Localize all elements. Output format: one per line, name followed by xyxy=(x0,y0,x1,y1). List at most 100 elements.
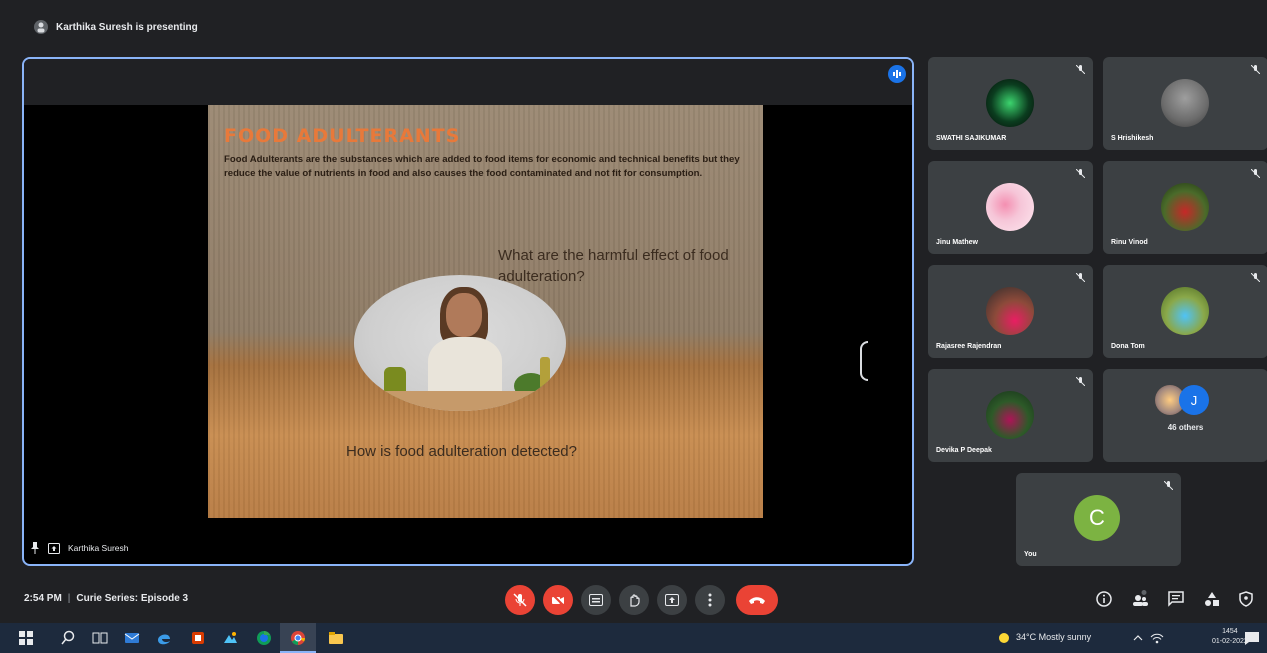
pin-icon[interactable] xyxy=(30,542,40,554)
avatar xyxy=(1161,79,1209,127)
office-app-icon[interactable] xyxy=(190,630,206,646)
meeting-info: 2:54 PM | Curie Series: Episode 3 xyxy=(24,593,188,604)
windows-taskbar: 34°C Mostly sunny 1454 01-02-2022 xyxy=(0,623,1267,653)
avatar xyxy=(986,287,1034,335)
activities-button[interactable] xyxy=(1202,589,1222,609)
participant-name: SWATHI SAJIKUMAR xyxy=(936,135,1007,142)
mic-muted-icon xyxy=(1251,273,1260,282)
mail-app-icon[interactable] xyxy=(124,630,140,646)
others-count: 46 others xyxy=(1167,423,1204,432)
chat-icon xyxy=(1168,591,1184,607)
mic-off-icon xyxy=(513,593,527,607)
participant-tile[interactable]: Devika P Deepak xyxy=(928,369,1093,462)
photo-person-face xyxy=(446,293,482,337)
stage-top-strip xyxy=(24,59,912,105)
participant-name: Jinu Mathew xyxy=(936,239,979,246)
other-participant-initial: J xyxy=(1190,392,1198,408)
photo-person-body xyxy=(428,337,502,397)
people-icon xyxy=(1133,590,1148,606)
task-view-icon[interactable] xyxy=(92,630,108,646)
raise-hand-button[interactable] xyxy=(619,585,649,615)
participant-name: Devika P Deepak xyxy=(936,447,992,454)
clock-date: 01-02-2022 xyxy=(1212,638,1248,645)
file-explorer-icon[interactable] xyxy=(328,630,344,646)
separator: | xyxy=(67,593,71,604)
avatar xyxy=(1161,183,1209,231)
participant-tile[interactable]: S Hrishikesh xyxy=(1103,57,1267,150)
participant-tile[interactable]: SWATHI SAJIKUMAR xyxy=(928,57,1093,150)
photo-table xyxy=(354,391,566,411)
search-icon[interactable] xyxy=(60,630,76,646)
presenter-avatar-icon xyxy=(34,20,48,34)
avatar xyxy=(986,183,1034,231)
mic-muted-icon xyxy=(1251,169,1260,178)
slide-body: Food Adulterants are the substances whic… xyxy=(224,154,740,179)
mic-muted-icon xyxy=(1076,65,1085,74)
slide-photo xyxy=(354,275,566,411)
notification-center-icon[interactable] xyxy=(1244,630,1260,646)
chat-button[interactable] xyxy=(1166,589,1186,609)
microphone-toggle-button[interactable] xyxy=(505,585,535,615)
present-screen-icon[interactable] xyxy=(48,542,60,554)
cursor-bracket-icon xyxy=(860,341,868,381)
weather-sun-icon[interactable] xyxy=(996,630,1012,646)
photo-bottle xyxy=(540,357,550,389)
participant-name: Rinu Vinod xyxy=(1111,239,1148,246)
edge-legacy-icon[interactable] xyxy=(156,630,172,646)
self-tile[interactable]: C You xyxy=(1016,473,1181,566)
present-now-button[interactable] xyxy=(657,585,687,615)
participant-tile[interactable]: Rinu Vinod xyxy=(1103,161,1267,254)
shared-slide: FOOD ADULTERANTS Food Adulterants are th… xyxy=(208,105,763,518)
participant-name: S Hrishikesh xyxy=(1111,135,1154,142)
taskbar-clock[interactable]: 1454 01-02-2022 xyxy=(1212,627,1248,647)
others-tile[interactable]: J 46 others xyxy=(1103,369,1267,462)
self-name: You xyxy=(1024,551,1037,558)
presenting-text: Karthika Suresh is presenting xyxy=(56,21,198,33)
participant-name: Dona Tom xyxy=(1111,343,1145,350)
participant-tile[interactable]: Rajasree Rajendran xyxy=(928,265,1093,358)
mic-muted-icon xyxy=(1251,65,1260,74)
mic-muted-icon xyxy=(1164,481,1173,490)
slide-question-harmful-effects: What are the harmful effect of food adul… xyxy=(498,247,729,285)
captions-button[interactable] xyxy=(581,585,611,615)
participant-name: Rajasree Rajendran xyxy=(936,343,1002,350)
presentation-stage[interactable]: FOOD ADULTERANTS Food Adulterants are th… xyxy=(22,57,914,566)
captions-icon xyxy=(589,594,603,606)
leave-call-button[interactable] xyxy=(736,585,778,615)
more-options-button[interactable] xyxy=(695,585,725,615)
avatar xyxy=(986,391,1034,439)
participant-tile[interactable]: Dona Tom xyxy=(1103,265,1267,358)
clock-time: 1454 xyxy=(1222,628,1238,635)
self-initial: C xyxy=(1089,505,1105,530)
photos-app-icon[interactable] xyxy=(222,630,238,646)
hang-up-icon xyxy=(749,597,765,604)
shield-icon xyxy=(1239,591,1253,607)
edge-browser-icon[interactable] xyxy=(256,630,272,646)
participant-tile[interactable]: Jinu Mathew xyxy=(928,161,1093,254)
weather-text[interactable]: 34°C Mostly sunny xyxy=(1016,632,1091,642)
present-icon xyxy=(665,594,679,606)
other-participant-avatar: J xyxy=(1179,385,1209,415)
top-bar: Karthika Suresh is presenting xyxy=(0,0,1267,46)
slide-question-detection: How is food adulteration detected? xyxy=(346,443,577,460)
meeting-details-button[interactable] xyxy=(1094,589,1114,609)
more-vert-icon xyxy=(708,593,712,607)
presenting-chip[interactable]: Karthika Suresh is presenting xyxy=(34,20,198,34)
meeting-time: 2:54 PM xyxy=(24,593,62,604)
meeting-title[interactable]: Curie Series: Episode 3 xyxy=(76,593,188,604)
activities-icon xyxy=(1205,592,1219,606)
chrome-taskbar-button[interactable] xyxy=(280,623,316,653)
windows-start-icon[interactable] xyxy=(18,630,34,646)
meeting-control-bar: 2:54 PM | Curie Series: Episode 3 xyxy=(0,575,1267,623)
network-icon[interactable] xyxy=(1150,630,1164,646)
speaking-indicator-icon xyxy=(888,65,906,83)
camera-toggle-button[interactable] xyxy=(543,585,573,615)
chevron-up-icon[interactable] xyxy=(1132,630,1144,646)
host-controls-button[interactable] xyxy=(1236,589,1256,609)
info-icon xyxy=(1096,591,1112,607)
mic-muted-icon xyxy=(1076,273,1085,282)
people-button[interactable] xyxy=(1130,589,1150,609)
avatar xyxy=(986,79,1034,127)
presenter-name: Karthika Suresh xyxy=(68,543,129,553)
self-avatar: C xyxy=(1074,495,1120,541)
